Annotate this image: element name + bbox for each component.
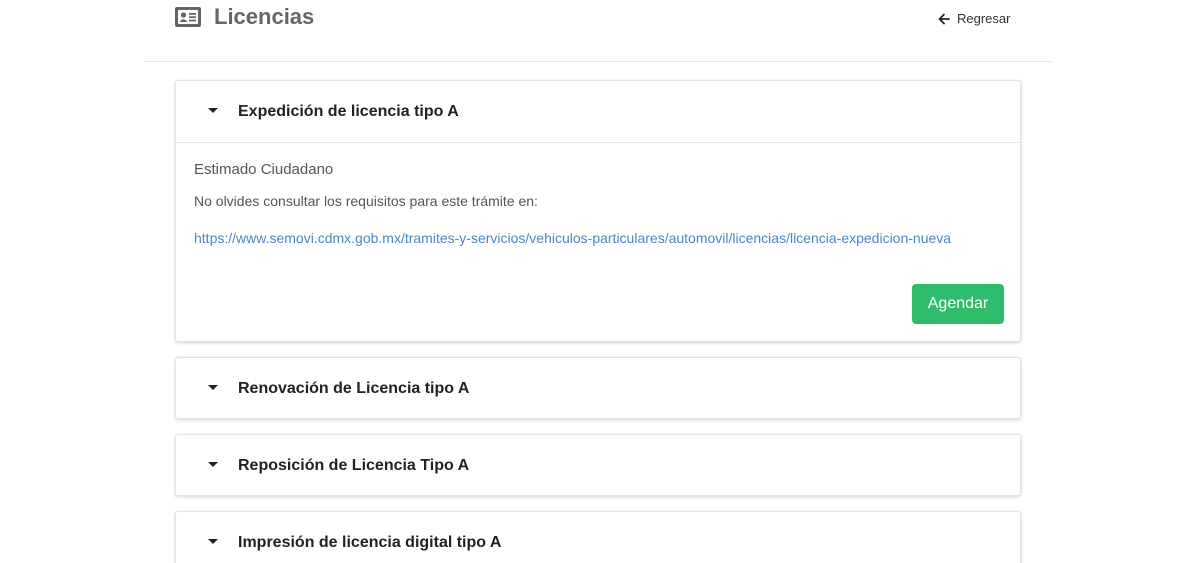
accordion-title: Impresión de licencia digital tipo A [238,534,502,551]
accordion-panel-renovacion: Renovación de Licencia tipo A [175,357,1021,419]
accordion-title: Expedición de licencia tipo A [238,103,459,120]
page: Licencias Regresar Expedición de licenci… [0,0,1200,563]
requirements-link[interactable]: https://www.semovi.cdmx.gob.mx/tramites-… [194,230,951,246]
id-card-icon [175,7,201,27]
instructions-text: No olvides consultar los requisitos para… [194,193,538,209]
accordion-title: Reposición de Licencia Tipo A [238,457,470,474]
accordion-header-renovacion[interactable]: Renovación de Licencia tipo A [176,358,1020,419]
accordion-title: Renovación de Licencia tipo A [238,380,470,397]
back-label: Regresar [957,11,1011,26]
accordion-header-reposicion[interactable]: Reposición de Licencia Tipo A [176,435,1020,496]
page-header: Licencias Regresar [145,0,1052,62]
accordion-header-expedicion[interactable]: Expedición de licencia tipo A [176,81,1020,142]
accordion-panel-impresion: Impresión de licencia digital tipo A [175,511,1021,563]
caret-down-icon [208,462,218,467]
caret-down-icon [208,539,218,544]
page-title: Licencias [214,4,315,29]
accordion-panel-reposicion: Reposición de Licencia Tipo A [175,434,1021,496]
greeting-text: Estimado Ciudadano [194,161,334,178]
accordion-panel-expedicion: Expedición de licencia tipo A Estimado C… [175,80,1021,342]
caret-down-icon [208,108,218,113]
accordion-header-impresion[interactable]: Impresión de licencia digital tipo A [176,512,1020,563]
agendar-button[interactable]: Agendar [912,284,1004,324]
accordion-body: Estimado Ciudadano No olvides consultar … [176,142,1020,342]
arrow-left-icon [938,13,950,25]
caret-down-icon [208,385,218,390]
back-button[interactable]: Regresar [938,11,1010,26]
